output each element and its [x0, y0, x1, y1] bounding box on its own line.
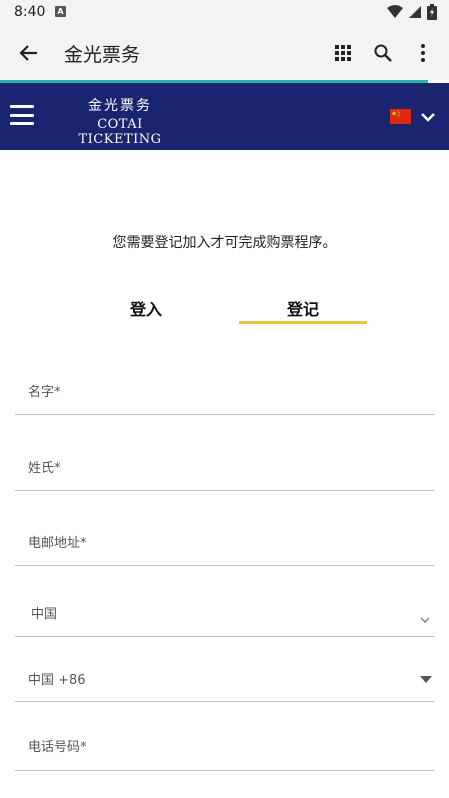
menu-icon[interactable] — [10, 105, 34, 125]
apps-grid-icon — [335, 45, 351, 61]
last-name-label: 姓氏* — [28, 461, 61, 476]
email-label: 电邮地址* — [28, 536, 87, 551]
site-header: 金光票务 COTAI TICKETING — [0, 83, 449, 150]
app-bar: 金光票务 — [0, 25, 449, 80]
status-time: 8:40 — [14, 4, 46, 20]
app-bar-actions — [323, 35, 443, 71]
logo[interactable]: 金光票务 COTAI TICKETING — [54, 95, 186, 147]
status-indicators — [387, 4, 437, 20]
dropdown-arrow-icon — [420, 676, 432, 683]
phone-code-value: 中国 +86 — [28, 673, 86, 688]
search-icon — [374, 44, 392, 62]
phone-number-label: 电话号码* — [28, 740, 87, 755]
apps-button[interactable] — [323, 35, 363, 71]
app-title: 金光票务 — [64, 44, 141, 66]
chevron-down-icon[interactable] — [418, 107, 438, 127]
status-bar: 8:40 A — [0, 0, 449, 25]
phone-code-select[interactable]: 中国 +86 — [15, 656, 434, 702]
country-value: 中国 — [31, 607, 58, 622]
back-button[interactable] — [10, 35, 46, 71]
logo-cn: 金光票务 — [88, 98, 152, 114]
email-field[interactable]: 电邮地址* — [15, 511, 434, 566]
first-name-label: 名字* — [28, 385, 61, 400]
more-vert-icon — [421, 44, 425, 62]
last-name-field[interactable]: 姓氏* — [15, 436, 434, 491]
signal-icon — [409, 6, 421, 18]
phone-number-field[interactable]: 电话号码* — [15, 717, 434, 771]
first-name-field[interactable]: 名字* — [15, 360, 434, 415]
country-select[interactable]: 中国 — [15, 586, 434, 637]
search-button[interactable] — [363, 35, 403, 71]
tab-login[interactable]: 登入 — [82, 296, 210, 324]
more-options-button[interactable] — [403, 35, 443, 71]
chevron-down-icon — [420, 617, 430, 623]
back-arrow-icon — [19, 45, 37, 61]
notification-icon: A — [55, 6, 66, 17]
china-flag-icon[interactable] — [390, 109, 411, 124]
registration-prompt: 您需要登记加入才可完成购票程序。 — [112, 235, 337, 251]
tab-register[interactable]: 登记 — [239, 296, 367, 324]
logo-en: COTAI TICKETING — [78, 117, 162, 147]
wifi-icon — [387, 5, 403, 18]
battery-icon — [427, 4, 437, 20]
